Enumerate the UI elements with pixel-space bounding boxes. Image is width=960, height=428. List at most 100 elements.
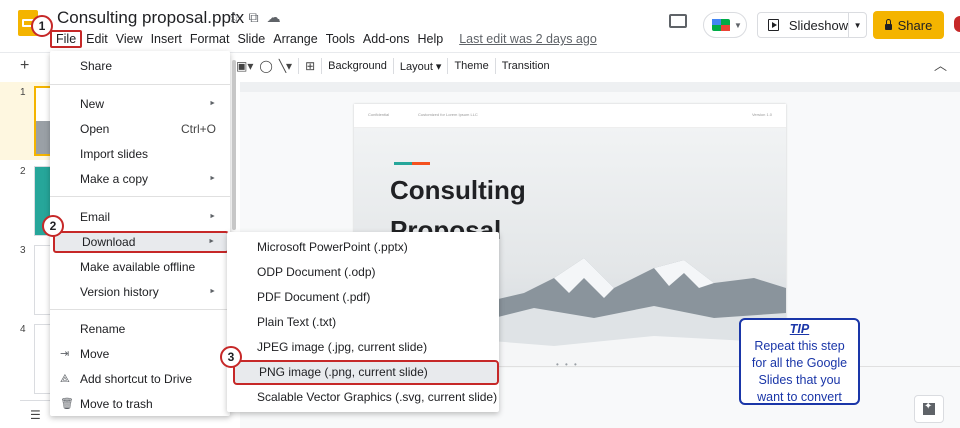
menu-offline-label: Make available offline [80, 260, 196, 274]
tip-line-4: want to convert [757, 390, 842, 404]
menu-divider [50, 309, 230, 310]
menu-new[interactable]: New ► [50, 93, 230, 115]
menu-insert[interactable]: Insert [147, 30, 186, 48]
slideshow-button[interactable]: Slideshow ▼ [757, 12, 867, 38]
menu-arrange[interactable]: Arrange [269, 30, 321, 48]
chevron-right-icon: ► [208, 238, 215, 245]
toolbar-divider [392, 58, 394, 74]
menu-copy-label: Make a copy [80, 172, 149, 186]
menu-addons[interactable]: Add-ons [359, 30, 414, 48]
menu-make-copy[interactable]: Make a copy ► [50, 168, 230, 190]
file-menu: Share New ► Open Ctrl+O Import slides Make… [50, 51, 230, 416]
download-submenu: Microsoft PowerPoint (.pptx) ODP Documen… [227, 232, 499, 412]
accent-bar [394, 162, 430, 165]
explore-icon [923, 401, 935, 415]
comment-history-icon[interactable] [669, 14, 687, 28]
download-png[interactable]: PNG image (.png, current slide) [233, 360, 499, 385]
ruler [240, 82, 960, 92]
chevron-right-icon: ► [209, 288, 216, 295]
menu-download-label: Download [82, 235, 136, 249]
download-pdf[interactable]: PDF Document (.pdf) [227, 285, 499, 310]
menu-file[interactable]: File [50, 30, 83, 48]
toolbar-divider [494, 58, 496, 74]
menu-import-slides[interactable]: Import slides [50, 143, 230, 165]
menu-open-label: Open [80, 122, 110, 136]
new-slide-icon[interactable]: + [20, 57, 29, 75]
menu-divider [50, 84, 230, 85]
shape-icon[interactable]: ◯ [259, 59, 272, 73]
download-txt[interactable]: Plain Text (.txt) [227, 310, 499, 335]
comment-add-icon[interactable]: ⊞ [305, 59, 315, 73]
tip-line-3: Slides that you [758, 373, 841, 387]
slide-number: 1 [20, 87, 26, 98]
menu-divider [50, 196, 230, 197]
download-odp[interactable]: ODP Document (.odp) [227, 260, 499, 285]
menu-version-history[interactable]: Version history ► [50, 281, 230, 303]
folder-move-icon: ⇥ [60, 348, 70, 360]
image-icon[interactable]: ▣▾ [236, 59, 253, 73]
menu-share-label: Share [80, 59, 113, 73]
trash-icon: 🗑 [60, 398, 74, 410]
slideshow-dropdown[interactable]: ▼ [848, 13, 866, 37]
layout-button[interactable]: Layout ▾ [400, 60, 442, 73]
menu-version-label: Version history [80, 285, 159, 299]
menu-slide[interactable]: Slide [233, 30, 269, 48]
theme-button[interactable]: Theme [454, 60, 488, 72]
line-icon[interactable]: ╲▾ [279, 59, 292, 73]
menu-bar: File Edit View Insert Format Slide Arran… [50, 30, 601, 48]
chevron-up-icon[interactable]: ︿ [934, 55, 947, 74]
cloud-status-icon[interactable]: ☁ [267, 9, 281, 26]
avatar[interactable] [954, 16, 960, 32]
star-icon[interactable]: ☆ [228, 9, 241, 26]
toolbar-group: ▣▾ ◯ ╲▾ ⊞ Background Layout ▾ Theme Tran… [236, 58, 550, 74]
menu-move[interactable]: ⇥ Move [50, 343, 230, 365]
share-button[interactable]: Share [873, 11, 944, 39]
slide-header-left: Confidential [368, 112, 390, 117]
meet-button[interactable]: ▼ [703, 12, 747, 38]
move-folder-icon[interactable]: ⧉ [249, 9, 259, 26]
menu-email[interactable]: Email ► [50, 206, 230, 228]
download-jpg[interactable]: JPEG image (.jpg, current slide) [227, 335, 499, 360]
lock-icon [884, 19, 892, 30]
title-icons: ☆ ⧉ ☁ [228, 9, 281, 26]
download-svg[interactable]: Scalable Vector Graphics (.svg, current … [227, 385, 499, 410]
menu-scrollbar[interactable] [232, 60, 236, 230]
menu-move-label: Move [80, 347, 110, 361]
transition-button[interactable]: Transition [502, 60, 550, 72]
menu-download[interactable]: Download ► [53, 231, 229, 253]
drive-shortcut-icon: ⟁ [60, 373, 70, 385]
download-pptx[interactable]: Microsoft PowerPoint (.pptx) [227, 235, 499, 260]
slide-header-right: Version 1.0 [751, 112, 772, 117]
last-edit-link[interactable]: Last edit was 2 days ago [455, 30, 601, 48]
slide-number: 4 [20, 324, 26, 335]
tip-title: TIP [789, 322, 810, 336]
meet-icon [712, 19, 730, 31]
chevron-right-icon: ► [209, 213, 216, 220]
menu-rename-label: Rename [80, 322, 126, 336]
menu-open[interactable]: Open Ctrl+O [50, 118, 230, 140]
drag-handle-icon[interactable]: • • • [556, 360, 579, 369]
background-button[interactable]: Background [328, 60, 387, 72]
menu-edit[interactable]: Edit [82, 30, 112, 48]
menu-help[interactable]: Help [413, 30, 447, 48]
share-label: Share [897, 17, 933, 33]
menu-add-shortcut[interactable]: ⟁ Add shortcut to Drive [50, 368, 230, 390]
menu-move-trash[interactable]: 🗑 Move to trash [50, 393, 230, 415]
step-badge-3: 3 [220, 346, 242, 368]
menu-view[interactable]: View [112, 30, 147, 48]
menu-tools[interactable]: Tools [322, 30, 359, 48]
chevron-down-icon: ▼ [853, 20, 862, 30]
menu-format[interactable]: Format [186, 30, 234, 48]
slide-header-mid: Customized for Lorem Ipsum LLC [418, 112, 478, 117]
toolbar-divider [298, 58, 300, 74]
tip-line-1: Repeat this step [754, 339, 845, 353]
menu-make-offline[interactable]: Make available offline [50, 256, 230, 278]
menu-rename[interactable]: Rename [50, 318, 230, 340]
slideshow-label: Slideshow [788, 17, 849, 33]
menu-email-label: Email [80, 210, 111, 224]
document-title[interactable]: Consulting proposal.pptx [57, 8, 244, 28]
explore-button[interactable] [914, 395, 944, 423]
chevron-down-icon: ▼ [734, 20, 742, 30]
grid-view-icon[interactable]: ☰ [30, 408, 41, 422]
menu-share[interactable]: Share [50, 55, 230, 77]
